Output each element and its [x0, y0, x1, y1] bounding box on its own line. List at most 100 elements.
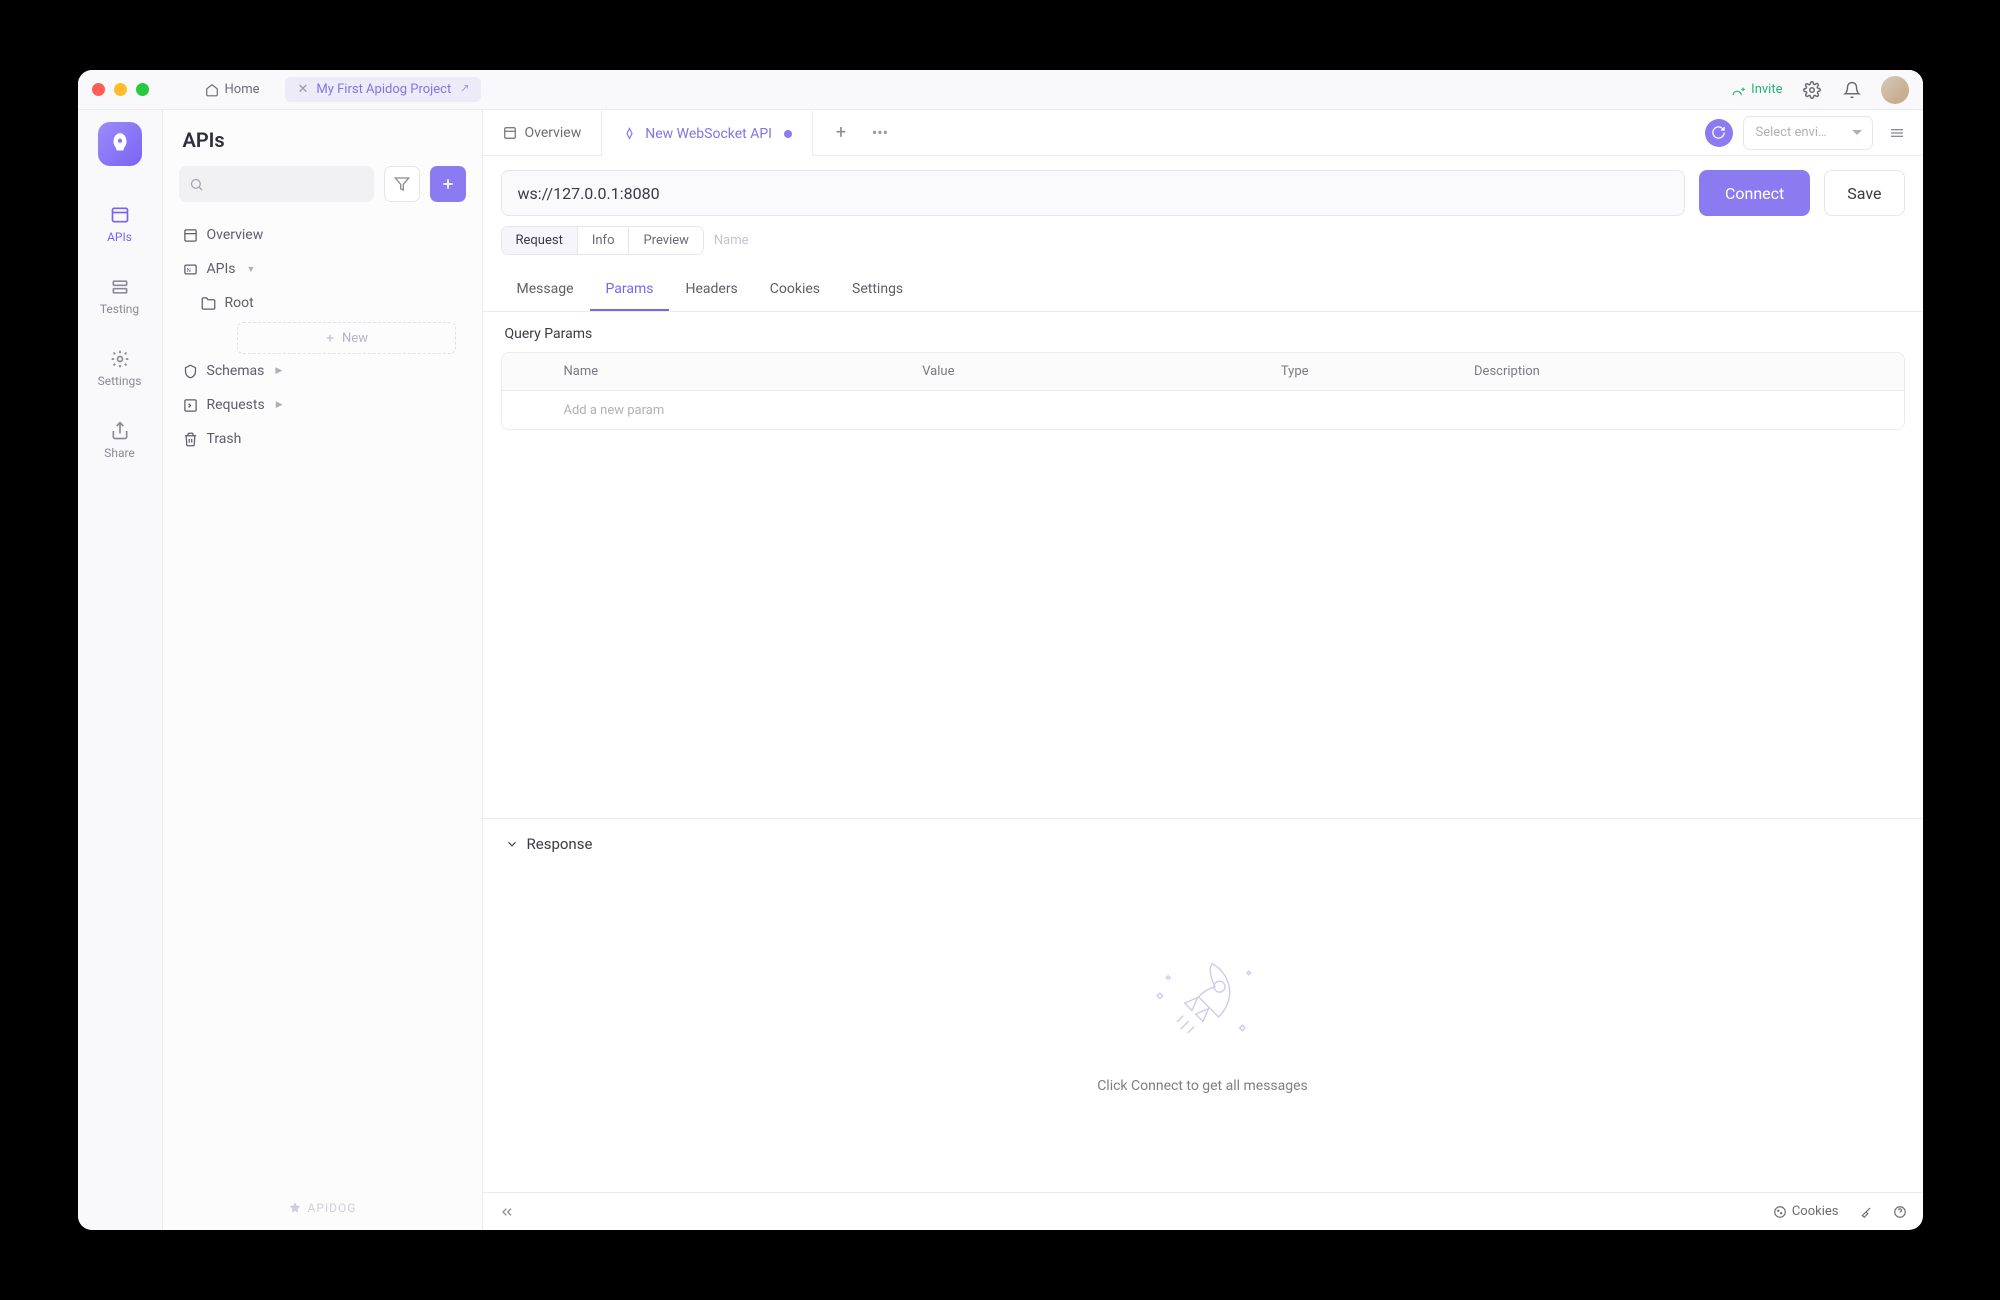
testing-icon [110, 277, 130, 297]
tree-label: Overview [207, 227, 264, 243]
rocket-icon [107, 131, 133, 157]
home-tab[interactable]: Home [193, 77, 272, 102]
plus-icon [440, 176, 456, 192]
pill-info[interactable]: Info [578, 227, 630, 254]
cookies-button[interactable]: Cookies [1773, 1204, 1839, 1219]
cookies-label: Cookies [1792, 1204, 1839, 1219]
response-toggle[interactable]: Response [505, 835, 1901, 853]
save-button[interactable]: Save [1824, 170, 1904, 216]
search-input[interactable] [179, 166, 374, 202]
logo-mark-icon [288, 1201, 302, 1215]
nav-rail: APIs Testing Settings Share [78, 110, 163, 1230]
app-window: Home ✕ My First Apidog Project Invite [78, 70, 1923, 1230]
overview-icon [503, 126, 517, 140]
search-row [163, 166, 482, 214]
close-icon[interactable]: ✕ [297, 82, 308, 97]
pill-preview[interactable]: Preview [629, 227, 702, 254]
tree-item-schemas[interactable]: Schemas ▶ [171, 354, 474, 388]
new-label: New [342, 331, 368, 346]
col-type: Type [1269, 364, 1462, 379]
env-placeholder: Select envi… [1756, 125, 1827, 140]
response-title: Response [527, 835, 593, 853]
table-row-add[interactable]: Add a new param [502, 391, 1904, 429]
content: Connect Save Request Info Preview Name M… [483, 156, 1923, 1230]
workspace-tabbar: Overview New WebSocket API + ••• Select … [483, 110, 1923, 156]
nav-label: Settings [98, 374, 142, 388]
unsaved-indicator [784, 130, 792, 138]
url-row: Connect Save [483, 156, 1923, 226]
chevrons-left-icon [499, 1204, 515, 1220]
titlebar: Home ✕ My First Apidog Project Invite [78, 70, 1923, 110]
tree-item-requests[interactable]: Requests ▶ [171, 388, 474, 422]
add-tab-button[interactable]: + [819, 110, 863, 155]
home-icon [205, 83, 219, 97]
col-value: Value [910, 364, 1269, 379]
subtab-message[interactable]: Message [501, 269, 590, 311]
trash-icon [183, 432, 198, 447]
user-avatar[interactable] [1881, 76, 1909, 104]
tab-websocket-api[interactable]: New WebSocket API [602, 110, 813, 156]
tab-overview[interactable]: Overview [483, 110, 603, 155]
help-button[interactable] [1893, 1205, 1907, 1219]
tab-more-button[interactable]: ••• [863, 110, 897, 155]
overview-icon [183, 228, 198, 243]
share-icon [110, 421, 130, 441]
filter-button[interactable] [384, 166, 420, 202]
nav-item-apis[interactable]: APIs [78, 198, 162, 250]
invite-button[interactable]: Invite [1732, 82, 1782, 97]
app-logo[interactable] [98, 122, 142, 166]
col-description: Description [1462, 364, 1903, 379]
new-item-button[interactable]: New [237, 322, 456, 354]
statusbar: Cookies [483, 1192, 1923, 1230]
menu-button[interactable] [1883, 119, 1911, 147]
app-body: APIs Testing Settings Share APIs [78, 110, 1923, 1230]
menu-icon [1889, 125, 1905, 141]
refresh-env-button[interactable] [1705, 119, 1733, 147]
response-empty-text: Click Connect to get all messages [1097, 1078, 1308, 1094]
project-tab[interactable]: ✕ My First Apidog Project [285, 77, 481, 102]
chevron-right-icon: ▶ [276, 400, 283, 410]
titlebar-right: Invite [1732, 76, 1908, 104]
maximize-window-button[interactable] [136, 83, 149, 96]
name-placeholder[interactable]: Name [714, 233, 749, 248]
nav-item-testing[interactable]: Testing [78, 270, 162, 322]
tree-item-overview[interactable]: Overview [171, 218, 474, 252]
pill-request[interactable]: Request [502, 227, 578, 254]
statusbar-right: Cookies [1773, 1204, 1907, 1219]
subtab-params[interactable]: Params [590, 269, 670, 311]
window-controls [92, 83, 149, 96]
plus-icon [324, 332, 336, 344]
nav-item-settings[interactable]: Settings [78, 342, 162, 394]
settings-gear-button[interactable] [1801, 79, 1823, 101]
collapse-sidebar-button[interactable] [499, 1204, 515, 1220]
sidebar-header: APIs [163, 110, 482, 166]
filter-icon [394, 176, 410, 192]
clear-button[interactable] [1859, 1205, 1873, 1219]
sidebar-title: APIs [183, 128, 225, 152]
subtab-cookies[interactable]: Cookies [754, 269, 836, 311]
tree-item-root[interactable]: Root [171, 286, 474, 320]
add-button[interactable] [430, 166, 466, 202]
open-external-icon [457, 84, 469, 96]
add-param-placeholder: Add a new param [552, 403, 911, 418]
environment-select[interactable]: Select envi… [1743, 116, 1873, 150]
view-pills: Request Info Preview [501, 226, 704, 255]
nav-item-share[interactable]: Share [78, 414, 162, 466]
tree-item-trash[interactable]: Trash [171, 422, 474, 456]
main-area: Overview New WebSocket API + ••• Select … [483, 110, 1923, 1230]
url-input[interactable] [501, 170, 1685, 216]
tree-item-apis[interactable]: N APIs ▼ [171, 252, 474, 286]
websocket-icon [622, 126, 637, 141]
close-window-button[interactable] [92, 83, 105, 96]
subtab-settings[interactable]: Settings [836, 269, 919, 311]
rocket-illustration-icon [1138, 950, 1268, 1060]
query-params-label: Query Params [483, 312, 1923, 352]
tab-label: Overview [525, 125, 582, 141]
schema-icon [183, 364, 198, 379]
subtab-headers[interactable]: Headers [669, 269, 753, 311]
sidebar: APIs Overview N A [163, 110, 483, 1230]
connect-button[interactable]: Connect [1699, 170, 1810, 216]
minimize-window-button[interactable] [114, 83, 127, 96]
notifications-button[interactable] [1841, 79, 1863, 101]
tree-label: Requests [207, 397, 265, 413]
